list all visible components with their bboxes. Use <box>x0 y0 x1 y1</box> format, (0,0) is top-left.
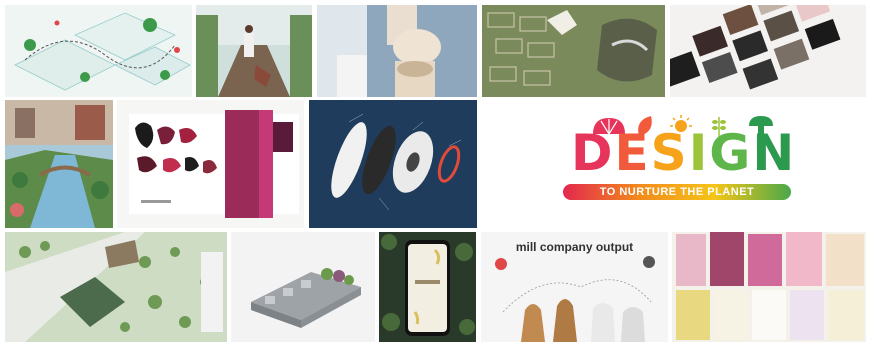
logo-letter-d: D <box>571 124 615 182</box>
tile-dyed-paper <box>672 232 866 342</box>
tile-community-garden <box>482 5 665 97</box>
dyed-paper-image <box>672 232 866 342</box>
design-wordmark: DESIGN <box>571 128 796 178</box>
tile-vertical-farm <box>196 5 312 97</box>
vertical-farm-image <box>196 5 312 97</box>
bathroom-device-image <box>317 5 477 97</box>
exploded-device-image <box>309 100 477 228</box>
isometric-map-image <box>5 5 192 97</box>
logo-letter-n: N <box>752 124 797 182</box>
planter-box-image <box>231 232 375 342</box>
canal-illustration-image <box>5 100 113 228</box>
tile-textile-swatches <box>117 100 304 228</box>
logo-tagline: TO NURTURE THE PLANET <box>563 184 791 200</box>
mill-chart-title: mill company output <box>515 240 634 254</box>
tile-material-samples <box>670 5 866 97</box>
tile-planter-box <box>231 232 375 342</box>
community-garden-image <box>482 5 665 97</box>
tile-mill-output: mill company output <box>481 232 668 342</box>
logo-letter-g: G <box>709 124 753 182</box>
tile-canal-illustration <box>5 100 113 228</box>
material-samples-image <box>670 5 866 97</box>
tile-exploded-device <box>309 100 477 228</box>
logo-letter-s: S <box>650 124 689 182</box>
tile-phone-app <box>379 232 476 342</box>
design-logo: DESIGN TO NURTURE THE PLANET <box>485 100 870 230</box>
logo-letter-e: E <box>614 124 651 182</box>
textile-swatches-image <box>117 100 304 228</box>
tile-isometric-map <box>5 5 192 97</box>
tile-bathroom-device <box>317 5 477 97</box>
tile-site-plan <box>5 232 227 342</box>
site-plan-image <box>5 232 227 342</box>
phone-app-image <box>379 232 476 342</box>
logo-letter-i: I <box>688 124 710 182</box>
